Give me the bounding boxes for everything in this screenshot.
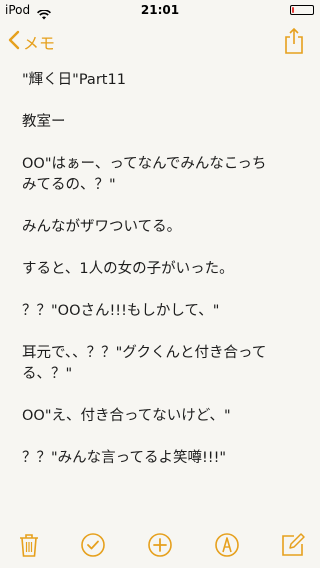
back-label: メモ [23,34,56,53]
note-paragraph: "輝く日"Part11 [22,72,126,88]
checklist-icon [80,533,106,562]
note-paragraph: OO"はぁー、ってなんでみんなこっち みてるの、？" [22,156,267,193]
battery-icon [290,5,314,15]
nav-bar: メモ [0,20,320,64]
share-icon [284,27,304,59]
checklist-button[interactable] [80,532,106,558]
markup-button[interactable] [214,532,240,558]
share-button[interactable] [284,27,304,59]
note-paragraph: 耳元で、、？？"グクくんと付き合って る、？" [22,345,267,382]
battery-level [292,7,294,13]
bottom-toolbar [0,524,320,568]
delete-button[interactable] [16,532,42,558]
chevron-left-icon [8,30,23,54]
compose-button[interactable] [280,532,306,558]
note-paragraph: 教室ー [22,114,66,130]
back-button[interactable]: メモ [8,30,55,54]
note-paragraph: OO"え、付き合ってないけど、" [22,408,231,424]
compose-icon [280,533,306,562]
clock: 21:01 [140,3,180,17]
markup-icon [214,533,240,562]
note-body[interactable]: "輝く日"Part11 教室ー OO"はぁー、ってなんでみんなこっち みてるの、… [22,70,308,490]
note-paragraph: ？？"OOさん!!!もしかして、" [22,303,220,319]
note-paragraph: ？？"みんな言ってるよ笑噂!!!" [22,450,227,466]
trash-icon [16,534,42,562]
add-button[interactable] [147,532,173,558]
note-paragraph: みんながザワついてる。 [22,219,182,235]
note-paragraph: すると、1人の女の子がいった。 [22,261,234,277]
status-bar: iPod 21:01 [0,0,320,20]
add-icon [147,533,173,562]
